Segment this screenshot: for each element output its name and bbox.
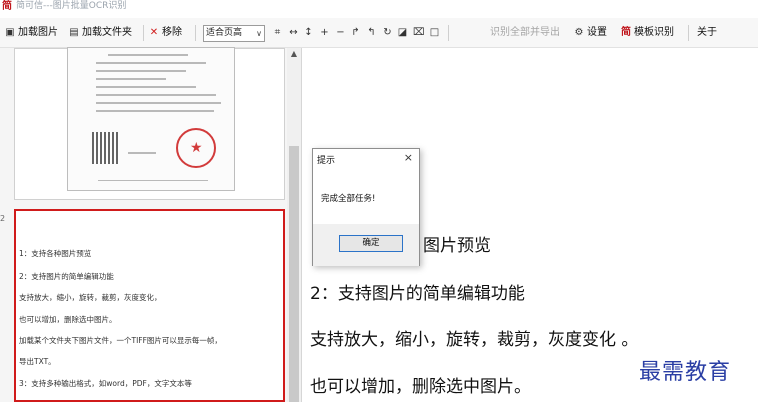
cert-text-line [108, 54, 188, 56]
cert-text-line [96, 102, 221, 104]
zoom-out-icon[interactable]: − [335, 27, 346, 39]
cert-text-line [96, 78, 166, 80]
message-dialog: 提示 × 完成全部任务! 确定 [312, 148, 420, 266]
toolbar-divider [688, 25, 689, 41]
fit-width-icon[interactable]: ↔ [288, 27, 299, 39]
scrollbar-thumb[interactable] [289, 146, 299, 402]
dialog-title: 提示 [317, 156, 336, 166]
fit-mode-select[interactable]: 适合页高 ∨ [203, 25, 265, 42]
app-logo-icon: 简 [2, 1, 12, 12]
cert-text-line [96, 62, 206, 64]
preview-text-line: 2：支持图片的简单编辑功能 [310, 284, 525, 304]
thumbnail-text-page-selected[interactable]: 1：支持各种图片预览 2：支持图片的简单编辑功能 支持放大，缩小，旋转，裁剪，灰… [14, 209, 285, 402]
dialog-footer: 确定 [313, 224, 419, 266]
grayscale-icon[interactable]: ◪ [397, 27, 408, 39]
load-image-icon: ▣ [5, 27, 15, 38]
title-bar: 简 简可信---图片批量OCR识别 [0, 0, 758, 14]
zoom-in-icon[interactable]: + [319, 27, 330, 39]
settings-button[interactable]: ⚙ 设置 [573, 23, 607, 43]
scroll-up-arrow-icon[interactable]: ▲ [287, 48, 301, 60]
about-button[interactable]: 关于 [697, 23, 717, 43]
preview-text-line: 支持放大，缩小，旋转，裁剪，灰度变化 。 [310, 330, 639, 350]
thumbnail-panel: ★ 2 1：支持各种图片预览 2：支持图片的简单编辑功能 支持放大，缩小，旋转，… [0, 47, 302, 402]
thumb-text-line: 也可以增加，删除选中图片。 [19, 315, 117, 324]
settings-label: 设置 [587, 27, 607, 38]
thumb-text-line: 加载某个文件夹下图片文件，一个TIFF图片可以显示每一帧， [19, 336, 222, 345]
cert-text-line [98, 180, 208, 181]
thumb-text-line: 1：支持各种图片预览 [19, 249, 92, 258]
thumb-text-line: 支持放大，缩小，旋转，裁剪，灰度变化， [19, 293, 162, 302]
load-folder-icon: ▤ [69, 27, 79, 38]
crop-icon[interactable]: ⌧ [413, 27, 425, 39]
thumbnail-certificate[interactable]: ★ [14, 47, 285, 200]
fit-height-icon[interactable]: ↕ [303, 27, 314, 39]
load-image-label: 加载图片 [18, 27, 58, 38]
thumb-text-line: 2：支持图片的简单编辑功能 [19, 272, 114, 281]
close-icon[interactable]: × [404, 151, 413, 164]
red-seal-stamp: ★ [176, 128, 216, 168]
fit-window-icon[interactable]: ⌗ [272, 27, 283, 39]
cert-text-line [96, 110, 214, 112]
certificate-image: ★ [67, 47, 235, 191]
settings-gear-icon: ⚙ [574, 27, 584, 38]
watermark: 最需教育 [639, 360, 732, 385]
toolbar-divider [195, 25, 196, 41]
toolbar: ▣ 加载图片 ▤ 加载文件夹 ✕ 移除 适合页高 ∨ ⌗ ↔ ↕ + − ↱ ↰ ↻ … [0, 18, 758, 48]
template-icon: 简 [621, 27, 631, 38]
remove-button[interactable]: ✕ 移除 [148, 23, 182, 43]
load-image-button[interactable]: ▣ 加载图片 [4, 23, 58, 43]
select-box-icon[interactable]: □ [429, 27, 440, 39]
remove-icon: ✕ [149, 27, 159, 38]
load-folder-button[interactable]: ▤ 加载文件夹 [68, 23, 132, 43]
template-recognize-button[interactable]: 简模板识别 [620, 23, 674, 43]
rotate-icon[interactable]: ↻ [382, 27, 393, 39]
cert-text-line [128, 152, 156, 154]
fit-mode-value: 适合页高 [206, 28, 243, 38]
template-recognize-label: 模板识别 [634, 27, 674, 38]
star-icon: ★ [190, 140, 203, 156]
remove-label: 移除 [162, 27, 182, 38]
qr-code-image [92, 132, 120, 164]
ok-button[interactable]: 确定 [339, 235, 403, 252]
preview-text-line: 也可以增加，删除选中图片。 [310, 377, 531, 397]
toolbar-divider [448, 25, 449, 41]
load-folder-label: 加载文件夹 [82, 27, 132, 38]
chevron-down-icon: ∨ [256, 29, 262, 38]
thumb-text-line: 导出TXT。 [19, 357, 56, 366]
rotate-right-icon[interactable]: ↱ [350, 27, 361, 39]
cert-text-line [96, 70, 186, 72]
toolbar-divider [143, 25, 144, 41]
window-title: 简可信---图片批量OCR识别 [16, 1, 127, 11]
thumbnail-index: 2 [0, 214, 6, 223]
rotate-left-icon[interactable]: ↰ [366, 27, 377, 39]
cert-text-line [96, 86, 196, 88]
cert-text-line [96, 94, 216, 96]
recognize-export-button[interactable]: 识别全部并导出 [490, 23, 560, 43]
preview-text-line: 图片预览 [423, 236, 491, 256]
dialog-message: 完成全部任务! [321, 194, 376, 204]
thumb-text-line: 3：支持多种输出格式，如word，PDF，文字文本等 [19, 379, 192, 388]
